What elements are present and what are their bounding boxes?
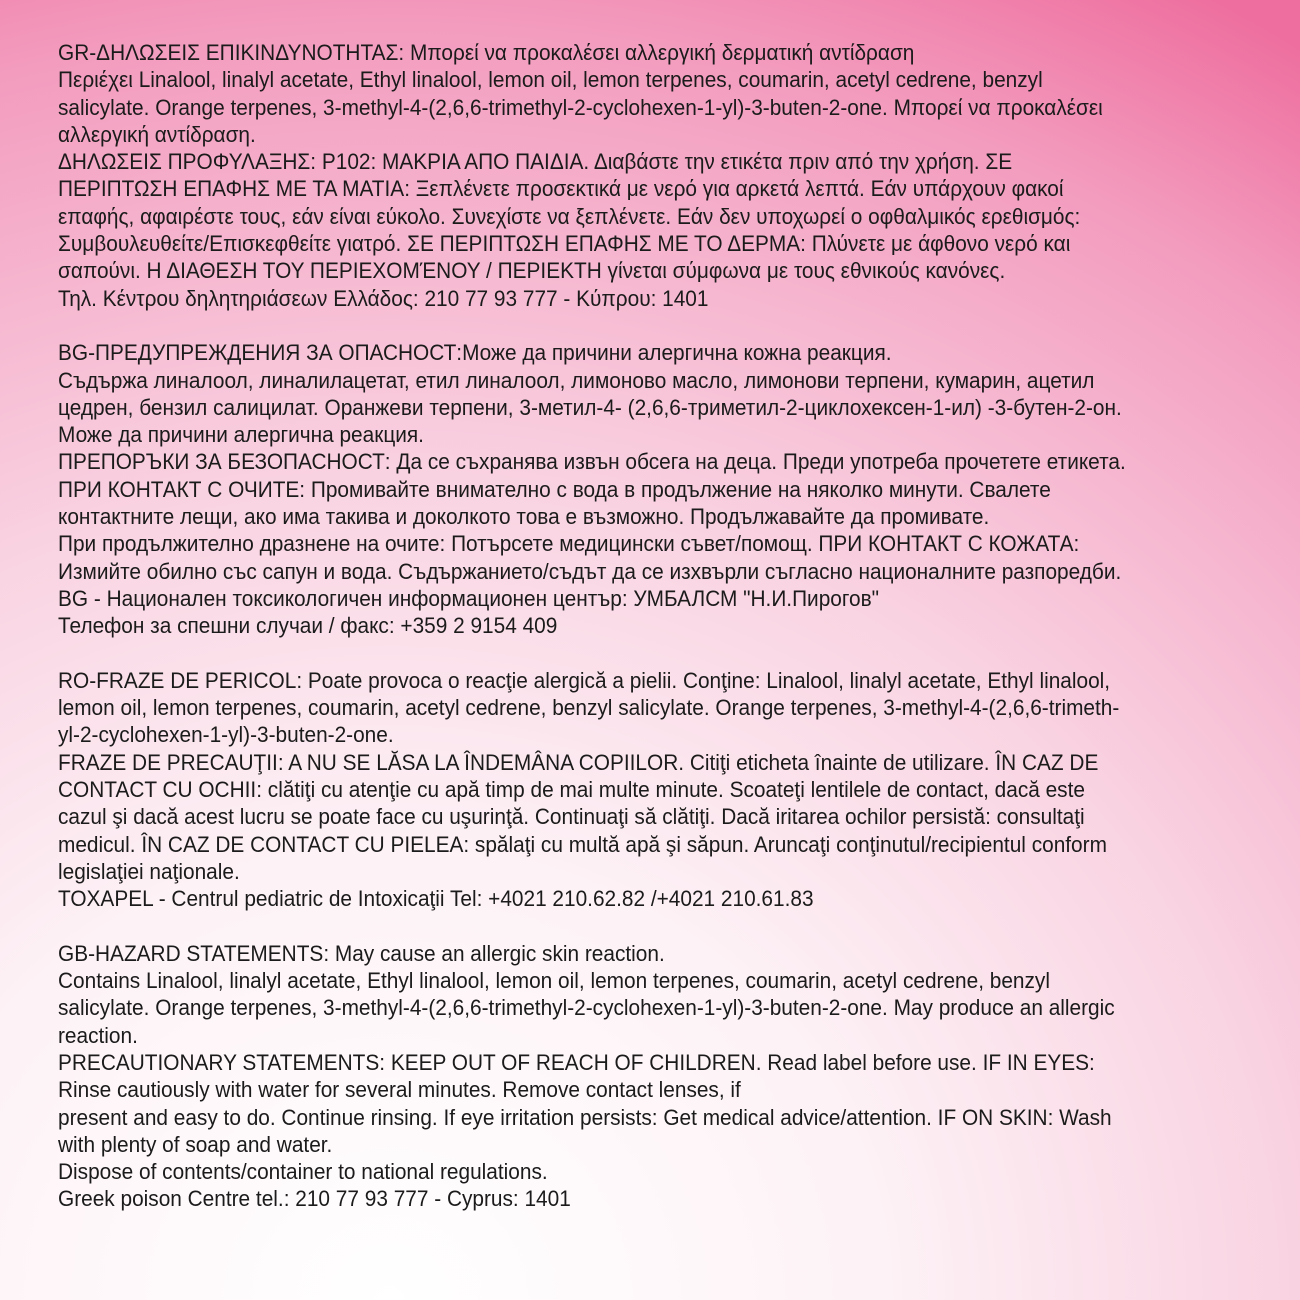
text-line: При продължително дразнене на очите: Пот… <box>58 531 1080 557</box>
text-line: Измийте обилно със сапун и вода. Съдържа… <box>58 558 1122 584</box>
text-line: ΔΗΛΩΣΕΙΣ ΠΡΟΦΥΛΑΞΗΣ: P102: ΜΑΚΡΙΑ ΑΠΟ ΠΑ… <box>58 149 1013 175</box>
section-ro: RO-FRAZE DE PERICOL: Poate provoca o rea… <box>58 667 1188 913</box>
section-bg: BG-ПРЕДУПРЕЖДЕНИЯ ЗА ОПАСНОСТ:Може да пр… <box>58 339 1188 639</box>
section-gb: GB-HAZARD STATEMENTS: May cause an aller… <box>58 940 1188 1213</box>
text-line: контактните лещи, ако има такива и докол… <box>58 504 990 530</box>
text-line: Dispose of contents/container to nationa… <box>58 1159 548 1185</box>
text-line: Περιέχει Linalool, linalyl acetate, Ethy… <box>58 67 1043 93</box>
text-line: BG - Национален токсикологичен информаци… <box>58 585 880 611</box>
text-line: TOXAPEL - Centrul pediatric de Intoxicaţ… <box>58 886 814 912</box>
section-gr: GR-ΔΗΛΩΣΕΙΣ ΕΠΙΚΙΝΔΥΝΟΤΗΤΑΣ: Μπορεί να π… <box>58 39 1188 312</box>
text-line: Може да причини алергична реакция. <box>58 422 424 448</box>
text-line: Τηλ. Κέντρου δηλητηριάσεων Ελλάδος: 210 … <box>58 285 709 311</box>
text-line: Greek poison Centre tel.: 210 77 93 777 … <box>58 1186 571 1212</box>
text-line: lemon oil, lemon terpenes, coumarin, ace… <box>58 695 1120 721</box>
text-line: επαφής, αφαιρέστε τους, εάν είναι εύκολο… <box>58 203 1081 229</box>
text-line: medicul. ÎN CAZ DE CONTACT CU PIELEA: sp… <box>58 831 1107 857</box>
text-line: cazul şi dacă acest lucru se poate face … <box>58 804 1085 830</box>
text-line: RO-FRAZE DE PERICOL: Poate provoca o rea… <box>58 667 1111 693</box>
text-line: цедрен, бензил салицилат. Оранжеви терпе… <box>58 394 1122 420</box>
text-line: Συμβουλευθείτε/Επισκεφθείτε γιατρό. ΣΕ Π… <box>58 231 1071 257</box>
text-line: FRAZE DE PRECAUŢII: A NU SE LĂSA LA ÎNDE… <box>58 749 1099 775</box>
text-line: ПРИ КОНТАКТ С ОЧИТЕ: Промивайте внимател… <box>58 476 1051 502</box>
text-line: present and easy to do. Continue rinsing… <box>58 1104 1112 1130</box>
text-line: legislaţiei naţionale. <box>58 858 240 884</box>
text-line: Съдържа линалоол, линалилацетат, етил ли… <box>58 367 1095 393</box>
label-text-document: GR-ΔΗΛΩΣΕΙΣ ΕΠΙΚΙΝΔΥΝΟΤΗΤΑΣ: Μπορεί να π… <box>58 39 1188 1213</box>
text-line: Телефон за спешни случаи / факс: +359 2 … <box>58 613 558 639</box>
text-line: BG-ПРЕДУПРЕЖДЕНИЯ ЗА ОПАСНОСТ:Може да пр… <box>58 340 892 366</box>
text-line: Rinse cautiously with water for several … <box>58 1077 741 1103</box>
text-line: ПРЕПОРЪКИ ЗА БЕЗОПАСНОСТ: Да се съхраняв… <box>58 449 1126 475</box>
text-line: GR-ΔΗΛΩΣΕΙΣ ΕΠΙΚΙΝΔΥΝΟΤΗΤΑΣ: Μπορεί να π… <box>58 40 915 65</box>
text-line: CONTACT CU OCHII: clătiţi cu atenţie cu … <box>58 777 1085 803</box>
text-line: reaction. <box>58 1022 138 1048</box>
text-line: Contains Linalool, linalyl acetate, Ethy… <box>58 968 1050 994</box>
text-line: GB-HAZARD STATEMENTS: May cause an aller… <box>58 940 665 966</box>
text-line: salicylate. Orange terpenes, 3-methyl-4-… <box>58 94 1103 120</box>
text-line: ΠΕΡΙΠΤΩΣΗ ΕΠΑΦΗΣ ΜΕ ΤΑ ΜΑΤΙΑ: Ξεπλένετε … <box>58 176 1064 202</box>
text-line: αλλεργική αντίδραση. <box>58 121 256 147</box>
text-line: with plenty of soap and water. <box>58 1131 333 1157</box>
text-line: PRECAUTIONARY STATEMENTS: KEEP OUT OF RE… <box>58 1049 1095 1075</box>
text-line: σαπούνι. Η ΔΙΑΘΕΣΗ ΤΟΥ ΠΕΡΙΕΧΟΜΈΝΟΥ / ΠΕ… <box>58 258 1006 284</box>
text-line: salicylate. Orange terpenes, 3-methyl-4-… <box>58 995 1115 1021</box>
text-line: yl-2-cyclohexen-1-yl)-3-buten-2-one. <box>58 722 394 748</box>
